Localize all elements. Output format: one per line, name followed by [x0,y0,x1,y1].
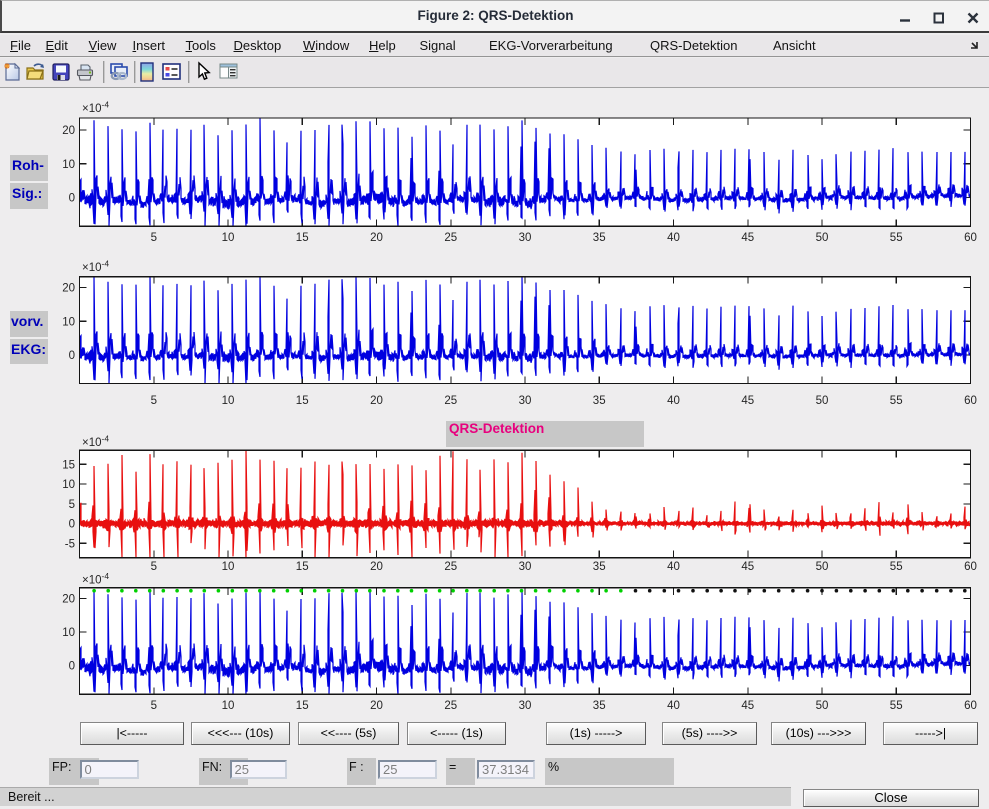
svg-text:60: 60 [964,395,977,407]
svg-text:20: 20 [370,561,383,573]
svg-text:30: 30 [519,700,532,712]
svg-text:×10-4: ×10-4 [82,434,109,450]
svg-text:55: 55 [890,561,903,573]
svg-text:10: 10 [222,232,235,244]
svg-text:60: 60 [964,232,977,244]
svg-text:-5: -5 [65,538,75,550]
svg-text:20: 20 [370,395,383,407]
svg-text:5: 5 [69,499,75,511]
svg-text:5: 5 [151,232,157,244]
svg-text:35: 35 [593,700,606,712]
svg-text:15: 15 [62,459,75,471]
svg-text:60: 60 [964,561,977,573]
svg-text:40: 40 [667,395,680,407]
svg-text:5: 5 [151,700,157,712]
svg-text:×10-4: ×10-4 [82,259,109,275]
svg-text:10: 10 [222,395,235,407]
svg-text:45: 45 [741,700,754,712]
svg-text:15: 15 [296,700,309,712]
svg-text:×10-4: ×10-4 [82,571,109,587]
svg-text:50: 50 [816,232,829,244]
svg-text:20: 20 [62,282,75,294]
svg-text:30: 30 [519,232,532,244]
svg-text:45: 45 [741,232,754,244]
svg-text:35: 35 [593,395,606,407]
svg-text:30: 30 [519,395,532,407]
svg-text:10: 10 [222,561,235,573]
svg-text:20: 20 [62,125,75,137]
svg-text:30: 30 [519,561,532,573]
svg-text:40: 40 [667,232,680,244]
svg-text:60: 60 [964,700,977,712]
svg-text:20: 20 [370,232,383,244]
svg-text:5: 5 [151,561,157,573]
svg-text:0: 0 [69,660,75,672]
svg-text:10: 10 [62,316,75,328]
svg-text:15: 15 [296,395,309,407]
svg-text:35: 35 [593,561,606,573]
svg-text:0: 0 [69,192,75,204]
svg-text:10: 10 [62,627,75,639]
svg-text:45: 45 [741,395,754,407]
svg-text:20: 20 [370,700,383,712]
svg-text:50: 50 [816,561,829,573]
svg-text:50: 50 [816,700,829,712]
svg-text:40: 40 [667,561,680,573]
svg-text:10: 10 [222,700,235,712]
svg-text:50: 50 [816,395,829,407]
svg-text:10: 10 [62,479,75,491]
svg-text:45: 45 [741,561,754,573]
svg-text:25: 25 [444,395,457,407]
svg-text:25: 25 [444,232,457,244]
svg-text:55: 55 [890,395,903,407]
svg-text:25: 25 [444,700,457,712]
svg-text:35: 35 [593,232,606,244]
svg-text:55: 55 [890,700,903,712]
svg-text:55: 55 [890,232,903,244]
svg-text:40: 40 [667,700,680,712]
svg-text:15: 15 [296,561,309,573]
svg-text:5: 5 [151,395,157,407]
svg-text:10: 10 [62,159,75,171]
svg-text:15: 15 [296,232,309,244]
svg-text:×10-4: ×10-4 [82,100,109,116]
svg-text:25: 25 [444,561,457,573]
svg-text:0: 0 [69,519,75,531]
svg-text:0: 0 [69,350,75,362]
svg-text:20: 20 [62,593,75,605]
